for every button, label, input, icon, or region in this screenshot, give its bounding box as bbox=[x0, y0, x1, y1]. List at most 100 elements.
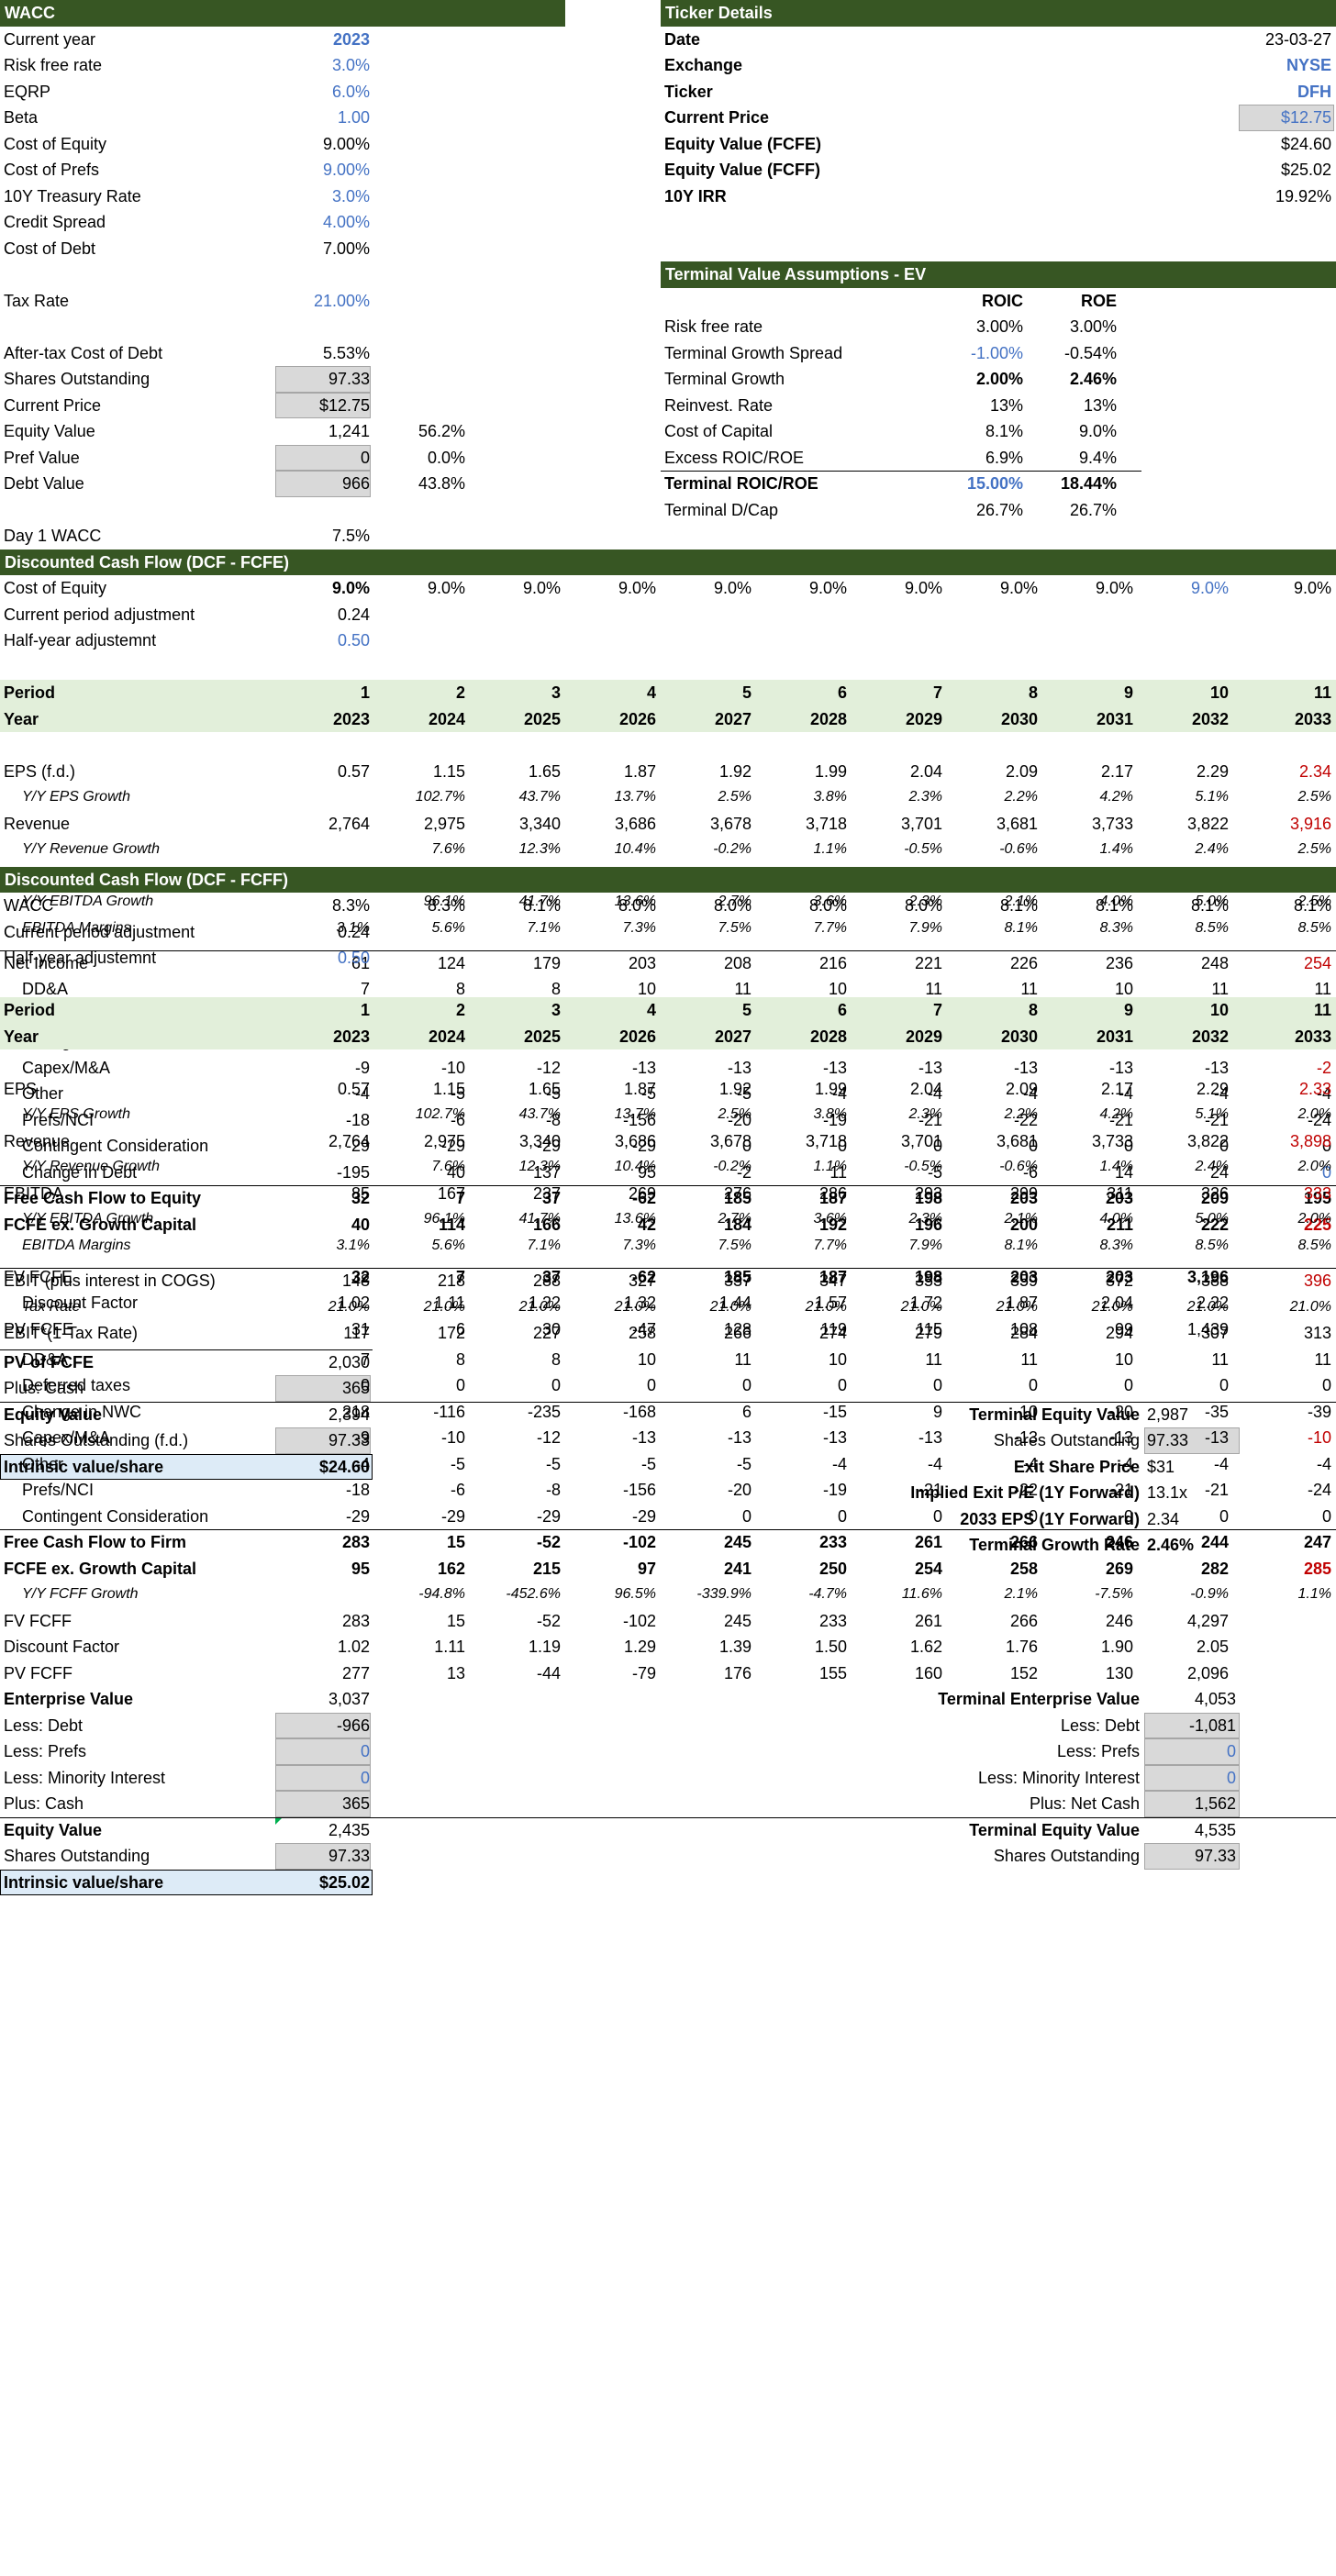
dcf-param-value: 9.0% bbox=[427, 579, 465, 597]
fcff-summary-label: Less: Minority Interest bbox=[4, 1768, 166, 1787]
line-item-value: -235 bbox=[527, 1402, 561, 1421]
fcff-summary-value: 365 bbox=[341, 1794, 370, 1814]
tv-label: Terminal Growth bbox=[664, 370, 785, 388]
line-item-value: 347 bbox=[818, 1271, 847, 1291]
period-number: 11 bbox=[1313, 683, 1331, 702]
line-item-value: 221 bbox=[914, 953, 942, 972]
year-value: 2023 bbox=[332, 709, 370, 728]
line-item-value: 2.2% bbox=[1004, 789, 1038, 805]
line-item-value: 0 bbox=[1219, 1506, 1229, 1526]
line-item-value: 286 bbox=[818, 1183, 847, 1203]
tv-roe-value: 9.4% bbox=[1078, 448, 1117, 467]
line-item-value: 5.6% bbox=[431, 1237, 465, 1253]
line-item-value: 1.50 bbox=[814, 1638, 847, 1657]
line-item-value: 85 bbox=[351, 1183, 370, 1203]
fcff-header: Discounted Cash Flow (DCF - FCFF) bbox=[0, 866, 1336, 894]
tv-roe-value: 2.46% bbox=[1069, 370, 1117, 388]
ticker-value: DFH bbox=[1297, 82, 1331, 101]
wacc-value: 7.00% bbox=[322, 239, 370, 258]
line-item-value: 283 bbox=[341, 1611, 370, 1630]
fcff-summary-value: 0 bbox=[360, 1742, 370, 1761]
line-item-value: 7.1% bbox=[527, 919, 561, 936]
dcf-param-value: 0.24 bbox=[337, 605, 370, 624]
line-item-value: 11 bbox=[925, 1349, 942, 1369]
wacc-value: 1.00 bbox=[337, 108, 370, 127]
line-item-value: 3,340 bbox=[518, 814, 561, 833]
period-number: 3 bbox=[551, 683, 561, 702]
line-item-value: 102.7% bbox=[415, 789, 465, 805]
year-label: Year bbox=[4, 709, 39, 728]
line-item-value: 2.29 bbox=[1196, 761, 1229, 781]
line-item-value: 7 bbox=[360, 1349, 370, 1369]
line-item-value: 3,340 bbox=[518, 1131, 561, 1150]
period-number: 9 bbox=[1123, 1001, 1133, 1020]
wacc-weight: 0.0% bbox=[427, 448, 465, 467]
line-item-value: 162 bbox=[437, 1559, 465, 1578]
line-item-value: 21.0% bbox=[1289, 1298, 1331, 1315]
tv-roic-value: -1.00% bbox=[970, 343, 1023, 362]
line-item-value: 236 bbox=[1105, 953, 1133, 972]
line-item-value: 3,681 bbox=[996, 1131, 1038, 1150]
line-item-value: 0 bbox=[1028, 1506, 1038, 1526]
wacc-value: 3.0% bbox=[331, 56, 370, 74]
line-item-value: 41.7% bbox=[518, 1211, 561, 1227]
line-item-value: 1.1% bbox=[813, 1159, 847, 1175]
line-item-value: 216 bbox=[818, 953, 847, 972]
wacc-label: Pref Value bbox=[4, 448, 80, 467]
tv-roic-value: 3.00% bbox=[975, 317, 1023, 336]
line-item-value: 4.2% bbox=[1099, 789, 1133, 805]
line-item-value: 8.5% bbox=[1297, 919, 1331, 936]
fcff-terminal-value: 4,535 bbox=[1194, 1820, 1236, 1839]
line-item-value: 21.0% bbox=[805, 1298, 847, 1315]
tv-roic-value: 2.00% bbox=[975, 370, 1023, 388]
line-item-value: 8.3% bbox=[1099, 1237, 1133, 1253]
dcf-param-value: 8.1% bbox=[1293, 896, 1331, 916]
dcf-param-value: 0.50 bbox=[337, 631, 370, 650]
fcff-terminal-label: Less: Minority Interest bbox=[977, 1768, 1140, 1787]
line-item-value: 95 bbox=[351, 1559, 370, 1578]
line-item-value: 244 bbox=[1200, 1533, 1229, 1552]
dcf-param-label: Half-year adjustemnt bbox=[4, 631, 157, 650]
line-item-value: 248 bbox=[1200, 953, 1229, 972]
line-item-value: 5.6% bbox=[431, 919, 465, 936]
line-item-value: 245 bbox=[723, 1611, 752, 1630]
year-value: 2023 bbox=[332, 1027, 370, 1046]
line-item-value: 0 bbox=[932, 1376, 942, 1395]
tv-label: Terminal Growth Spread bbox=[664, 343, 843, 362]
line-item-value: -6 bbox=[450, 1481, 465, 1500]
year-value: 2026 bbox=[618, 1027, 656, 1046]
dcf-param-value: 9.0% bbox=[1095, 579, 1133, 597]
line-item-value: 10 bbox=[637, 1349, 656, 1369]
line-item-value: 96.5% bbox=[614, 1586, 656, 1603]
line-item-value: 3,898 bbox=[1289, 1131, 1331, 1150]
line-item-value: 396 bbox=[1303, 1271, 1331, 1291]
year-value: 2025 bbox=[523, 1027, 561, 1046]
line-item-value: -4 bbox=[1316, 1454, 1331, 1473]
line-item-value: 179 bbox=[532, 953, 561, 972]
line-item-value: 282 bbox=[1200, 1559, 1229, 1578]
line-item-value: -20 bbox=[727, 1481, 752, 1500]
line-item-value: 2.1% bbox=[1004, 1586, 1038, 1603]
wacc-label: Debt Value bbox=[4, 474, 84, 493]
line-item-value: -168 bbox=[622, 1402, 656, 1421]
tv-label: Reinvest. Rate bbox=[664, 395, 774, 415]
wacc-label: Cost of Prefs bbox=[4, 161, 100, 179]
line-item-value: 261 bbox=[914, 1533, 942, 1552]
line-item-value: 326 bbox=[1200, 1183, 1229, 1203]
line-item-value: 4,297 bbox=[1186, 1611, 1229, 1630]
line-item-value: 9 bbox=[932, 1402, 942, 1421]
line-item-value: -21 bbox=[1108, 1481, 1133, 1500]
fcff-terminal-value: 97.33 bbox=[1194, 1847, 1236, 1866]
line-item-value: 155 bbox=[818, 1663, 847, 1682]
line-item-value: 1.19 bbox=[528, 1638, 561, 1657]
line-item-value: 2.17 bbox=[1100, 761, 1133, 781]
dcf-param-value: 8.0% bbox=[808, 896, 847, 916]
dcf-param-label: Half-year adjustemnt bbox=[4, 949, 157, 968]
line-item-value: 11 bbox=[734, 1349, 752, 1369]
dcf-param-label: Current period adjustment bbox=[4, 605, 195, 624]
line-item-value: -29 bbox=[440, 1506, 465, 1526]
dcf-param-value: 9.0% bbox=[1190, 579, 1229, 597]
line-item-value: 1.87 bbox=[623, 761, 656, 781]
line-item-value: 2,975 bbox=[423, 1131, 465, 1150]
fcff-summary-value: $25.02 bbox=[318, 1872, 370, 1892]
